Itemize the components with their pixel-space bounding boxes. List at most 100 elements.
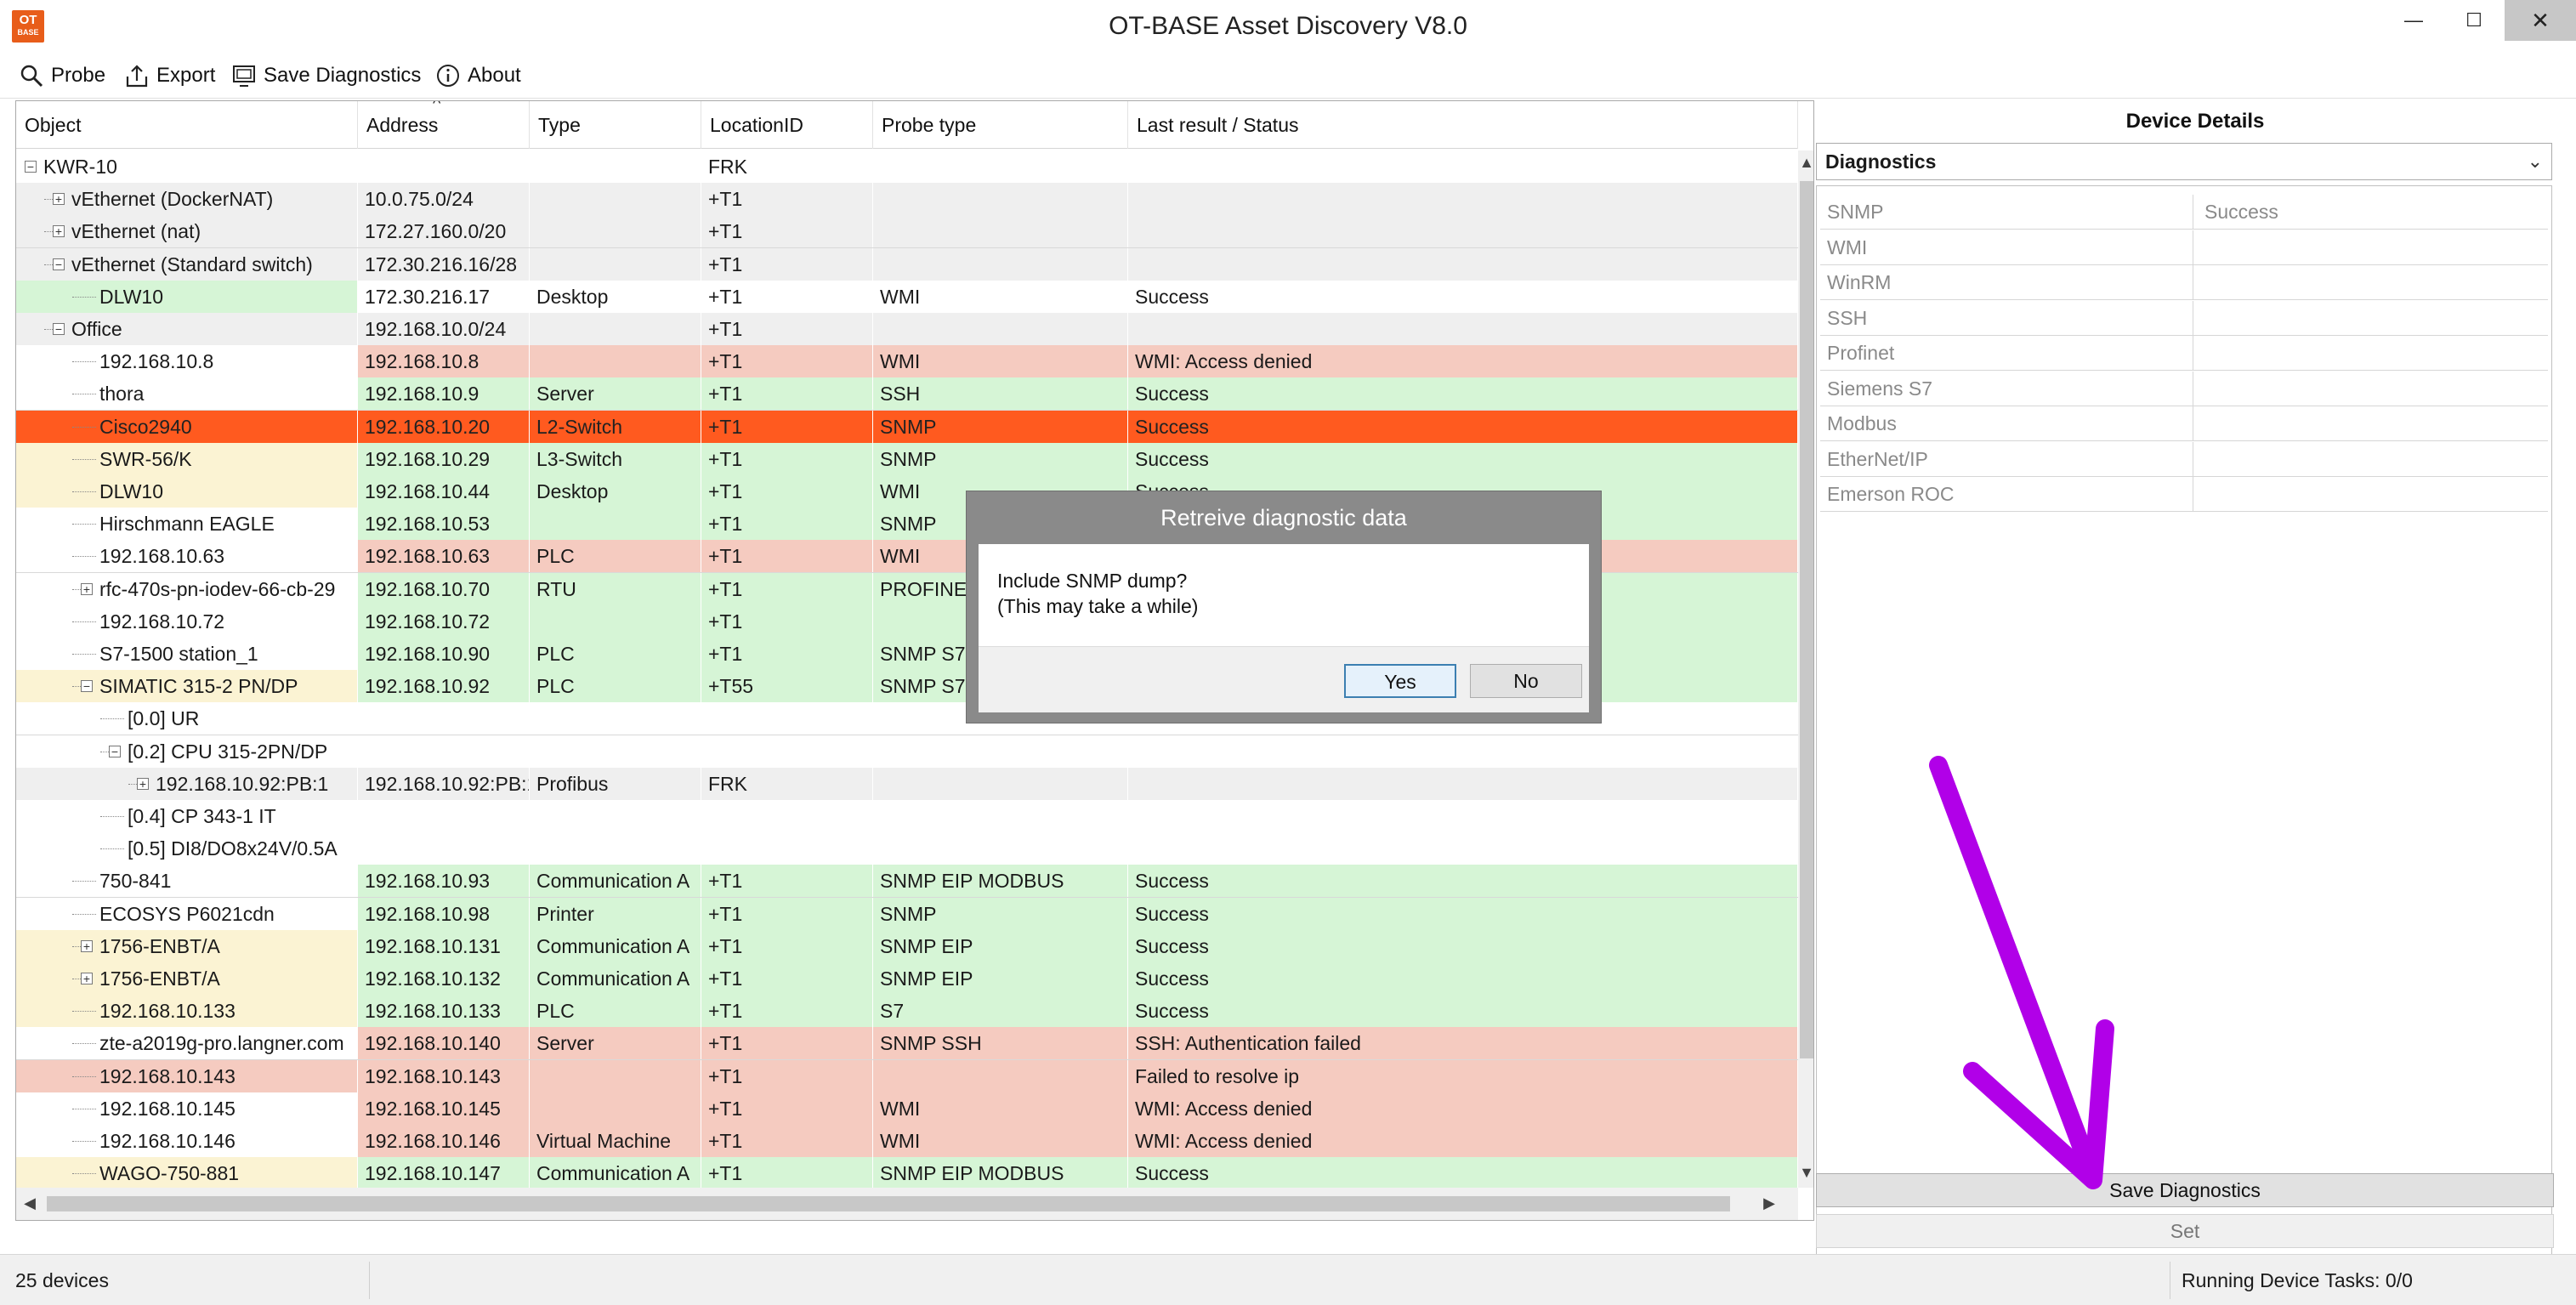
table-row[interactable]: 750-841 192.168.10.93 Communication A +T1 SN…	[16, 865, 1798, 899]
cell-object: 192.168.10.146	[16, 1125, 358, 1157]
column-header-object[interactable]: Object	[16, 101, 358, 149]
expand-icon[interactable]: +	[53, 193, 65, 206]
collapse-icon[interactable]: −	[53, 258, 65, 270]
cell-type: RTU	[530, 572, 701, 605]
cell-object: thora	[16, 377, 358, 411]
cell-type: Server	[530, 377, 701, 411]
cell-location	[701, 832, 873, 865]
table-row[interactable]: 192.168.10.146 192.168.10.146 Virtual Mach…	[16, 1125, 1798, 1158]
tree-connector	[44, 329, 53, 330]
scroll-up-icon[interactable]: ▲	[1798, 154, 1813, 172]
collapse-icon[interactable]: −	[53, 323, 65, 335]
expand-icon[interactable]: +	[53, 225, 65, 238]
table-row[interactable]: − vEthernet (Standard switch) 172.30.216.1…	[16, 247, 1798, 281]
scroll-right-icon[interactable]: ▶	[1761, 1194, 1778, 1212]
table-row[interactable]: +1756-ENBT/A 192.168.10.132 Communication …	[16, 962, 1798, 996]
column-header-address[interactable]: Address	[358, 101, 530, 149]
cell-address: 192.168.10.90	[358, 638, 530, 670]
object-name: Cisco2940	[99, 415, 192, 438]
table-row[interactable]: + vEthernet (nat) 172.27.160.0/20 +T1	[16, 215, 1798, 249]
cell-type	[530, 313, 701, 345]
vertical-scroll-thumb[interactable]	[1800, 181, 1813, 1058]
set-button[interactable]: Set	[1816, 1214, 2554, 1248]
maximize-button[interactable]: ☐	[2443, 0, 2505, 41]
tree-connector	[44, 231, 53, 233]
tree-connector	[72, 524, 96, 525]
details-view-dropdown[interactable]: Diagnostics ⌄	[1816, 143, 2552, 180]
expand-icon[interactable]: +	[81, 939, 93, 952]
table-row[interactable]: 192.168.10.8 192.168.10.8 +T1 WMI WMI: Acces…	[16, 345, 1798, 379]
diagnostics-row: SSH	[1820, 300, 2548, 336]
cell-probe: WMI	[873, 345, 1128, 378]
table-row[interactable]: Cisco2940 192.168.10.20 L2-Switch +T1 SNMP Su…	[16, 410, 1798, 444]
table-row[interactable]: + vEthernet (DockerNAT) 10.0.75.0/24 +T1	[16, 183, 1798, 217]
close-button[interactable]: ✕	[2505, 0, 2576, 41]
table-row[interactable]: 192.168.10.143 192.168.10.143 +T1 Failed to…	[16, 1059, 1798, 1093]
expand-icon[interactable]: +	[137, 777, 149, 790]
about-label: About	[468, 64, 521, 87]
probe-button[interactable]: Probe	[19, 60, 105, 92]
collapse-icon[interactable]: −	[109, 745, 121, 757]
table-row[interactable]: − [0.2] CPU 315-2PN/DP	[16, 735, 1798, 769]
about-button[interactable]: About	[435, 60, 521, 92]
table-row[interactable]: 192.168.10.145 192.168.10.145 +T1 WMI WMI: A…	[16, 1092, 1798, 1126]
cell-object: +192.168.10.92:PB:1	[16, 767, 358, 800]
table-row[interactable]: +192.168.10.92:PB:1 192.168.10.92:PB:1 Pro…	[16, 767, 1798, 801]
cell-address: 192.168.10.92	[358, 670, 530, 703]
diagnostics-protocol: SNMP	[1827, 201, 1884, 223]
column-header-status[interactable]: Last result / Status	[1128, 101, 1798, 149]
object-name: KWR-10	[43, 156, 117, 178]
vertical-scrollbar[interactable]: ▲ ▼	[1798, 150, 1813, 1188]
probe-label: Probe	[51, 64, 106, 87]
diagnostics-monitor-icon	[233, 65, 255, 87]
horizontal-scrollbar[interactable]: ◀ ▶	[16, 1188, 1798, 1220]
cell-object: zte-a2019g-pro.langner.com	[16, 1027, 358, 1060]
cell-status	[1128, 767, 1798, 800]
table-row[interactable]: [0.5] DI8/DO8x24V/0.5A	[16, 832, 1798, 866]
cell-location: +T1	[701, 995, 873, 1028]
cell-address: 192.168.10.8	[358, 345, 530, 378]
table-row[interactable]: [0.4] CP 343-1 IT	[16, 800, 1798, 833]
no-button[interactable]: No	[1470, 664, 1582, 698]
save-diagnostics-toolbar-button[interactable]: Save Diagnostics	[231, 60, 421, 92]
object-name: zte-a2019g-pro.langner.com	[99, 1032, 344, 1055]
cell-location: +T1	[701, 604, 873, 638]
cell-address: 10.0.75.0/24	[358, 183, 530, 216]
table-row[interactable]: thora 192.168.10.9 Server +T1 SSH Success	[16, 377, 1798, 411]
cell-status: Failed to resolve ip	[1128, 1059, 1798, 1092]
tree-connector	[72, 686, 81, 688]
minimize-button[interactable]: —	[2384, 0, 2443, 41]
table-row[interactable]: 192.168.10.133 192.168.10.133 PLC +T1 S7 Succ…	[16, 995, 1798, 1029]
cell-probe: SNMP	[873, 897, 1128, 930]
collapse-icon[interactable]: −	[81, 680, 93, 693]
horizontal-scroll-thumb[interactable]	[47, 1196, 1730, 1211]
dialog-title: Retreive diagnostic data	[1160, 505, 1407, 531]
export-button[interactable]: Export	[124, 60, 215, 92]
cell-object: WAGO-750-881	[16, 1157, 358, 1188]
table-row[interactable]: +1756-ENBT/A 192.168.10.131 Communication …	[16, 929, 1798, 963]
cell-probe: SNMP EIP	[873, 929, 1128, 962]
cell-object: +1756-ENBT/A	[16, 962, 358, 995]
table-row[interactable]: − KWR-10 FRK	[16, 150, 1798, 184]
object-name: WAGO-750-881	[99, 1162, 240, 1185]
table-row[interactable]: zte-a2019g-pro.langner.com 192.168.10.140…	[16, 1027, 1798, 1061]
expand-icon[interactable]: +	[81, 582, 93, 595]
yes-button[interactable]: Yes	[1344, 664, 1456, 698]
table-row[interactable]: SWR-56/K 192.168.10.29 L3-Switch +T1 SNMP Suc…	[16, 442, 1798, 476]
collapse-icon[interactable]: −	[25, 161, 37, 173]
scroll-down-icon[interactable]: ▼	[1798, 1164, 1813, 1182]
table-row[interactable]: WAGO-750-881 192.168.10.147 Communication …	[16, 1157, 1798, 1188]
device-details-title: Device Details	[2125, 110, 2265, 133]
table-row[interactable]: − Office 192.168.10.0/24 +T1	[16, 313, 1798, 346]
table-row[interactable]: ECOSYS P6021cdn 192.168.10.98 Printer +T1 SN…	[16, 897, 1798, 931]
scroll-left-icon[interactable]: ◀	[21, 1194, 38, 1212]
cell-object: 750-841	[16, 865, 358, 898]
cell-object: +1756-ENBT/A	[16, 929, 358, 962]
column-header-type[interactable]: Type	[530, 101, 701, 149]
cell-type: Communication A	[530, 1157, 701, 1188]
column-header-location[interactable]: LocationID	[701, 101, 873, 149]
table-row[interactable]: DLW10 172.30.216.17 Desktop +T1 WMI Success	[16, 280, 1798, 314]
column-header-probe-type[interactable]: Probe type	[873, 101, 1128, 149]
expand-icon[interactable]: +	[81, 973, 93, 984]
cell-address: 192.168.10.72	[358, 604, 530, 638]
